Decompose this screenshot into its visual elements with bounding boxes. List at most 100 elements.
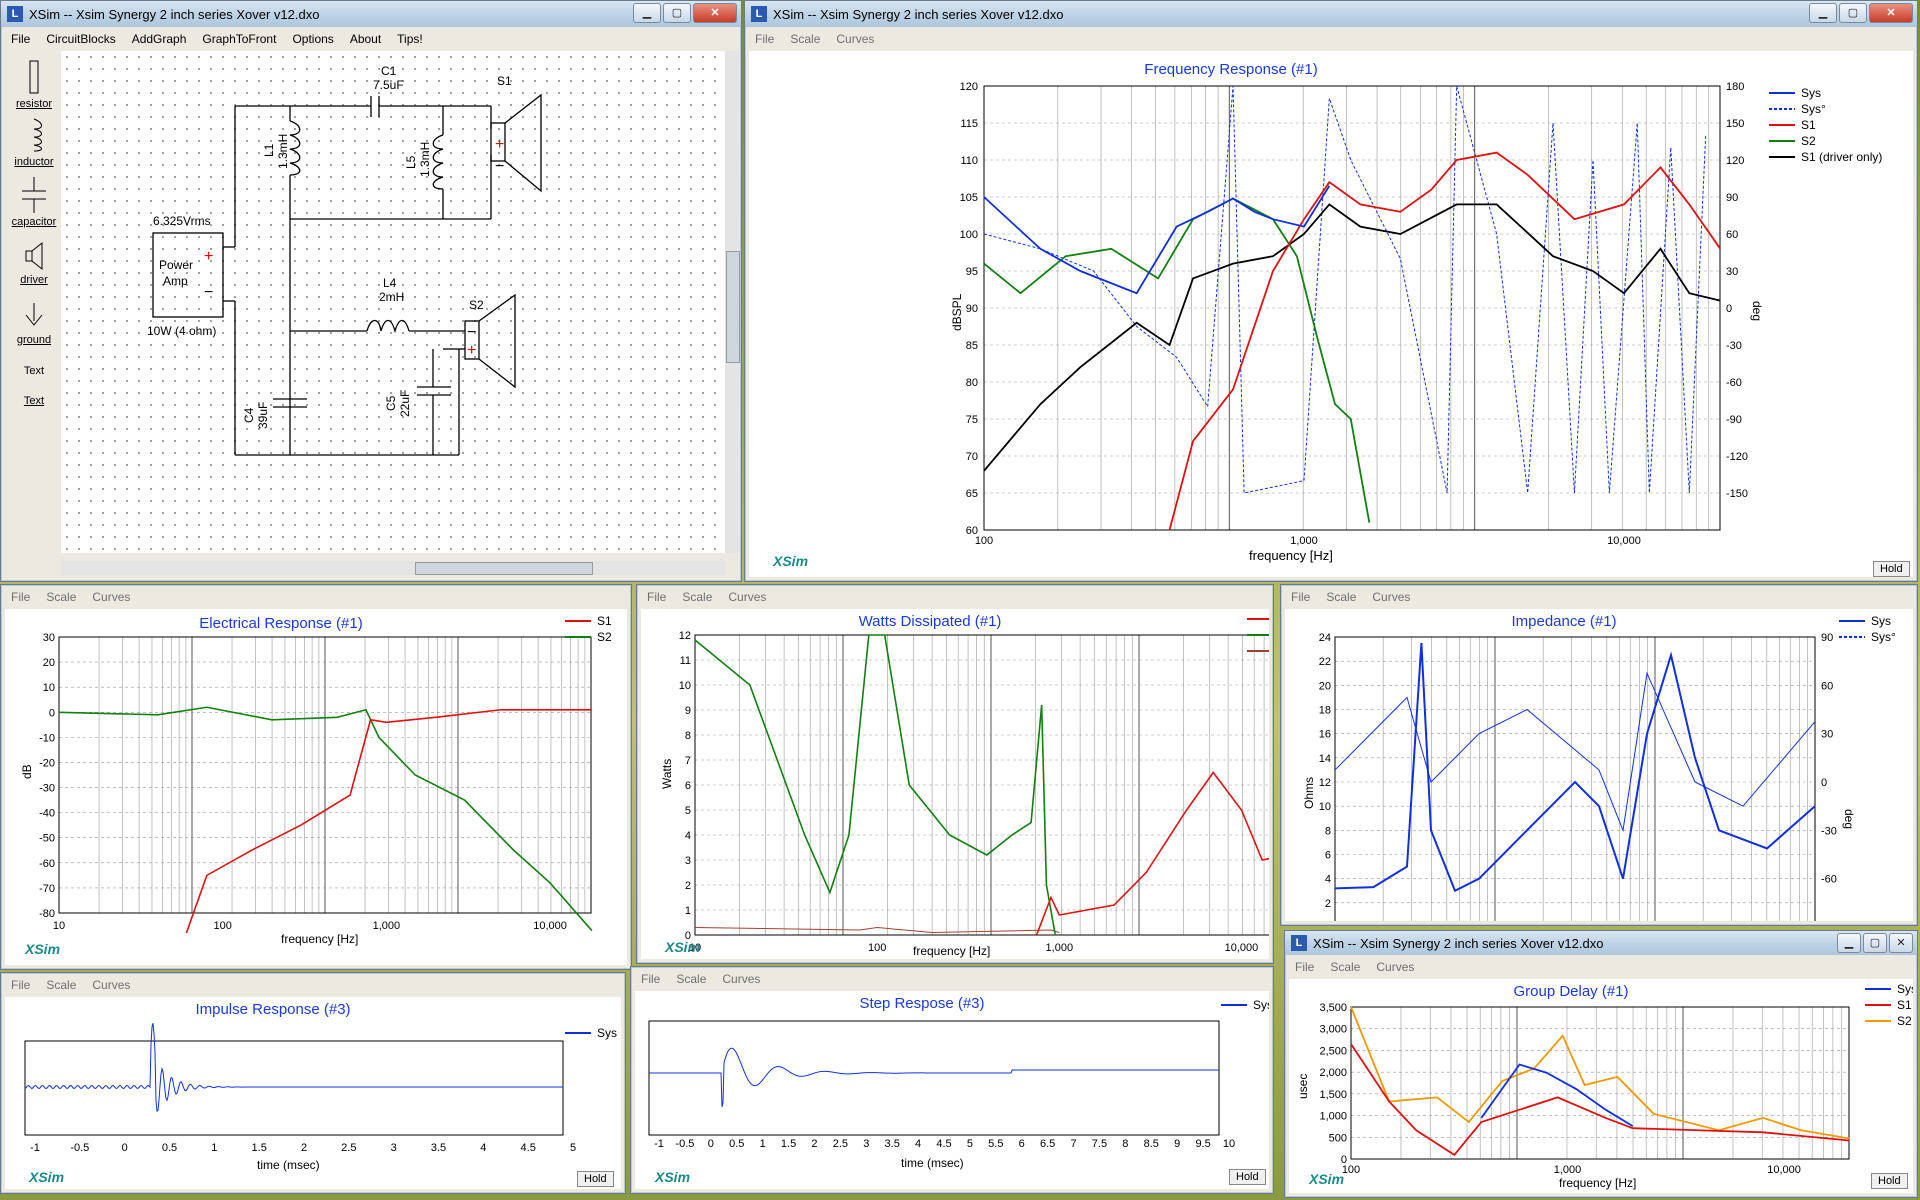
close-button[interactable]: ✕ bbox=[693, 3, 737, 23]
tool-driver[interactable]: driver bbox=[7, 241, 61, 286]
x-tick-label: 1,000 bbox=[1290, 535, 1318, 547]
menu-file[interactable]: File bbox=[747, 32, 782, 46]
hscroll-thumb[interactable] bbox=[415, 562, 593, 575]
tool-resistor[interactable]: resistor bbox=[7, 59, 61, 110]
y2-tick-label: 90 bbox=[1821, 632, 1833, 644]
horizontal-scrollbar[interactable] bbox=[61, 561, 725, 575]
x-tick-label: 10 bbox=[53, 920, 65, 932]
tool-inductor[interactable]: inductor bbox=[7, 117, 61, 168]
legend-label: S1 bbox=[1801, 118, 1816, 132]
menu-curves[interactable]: Curves bbox=[714, 972, 768, 986]
s1-minus: − bbox=[495, 158, 504, 175]
minimize-button[interactable]: ▁ bbox=[1837, 933, 1861, 953]
amp-minus: − bbox=[204, 284, 213, 301]
menu-curves[interactable]: Curves bbox=[84, 978, 138, 992]
minimize-button[interactable]: ▁ bbox=[633, 3, 661, 23]
hold-button[interactable]: Hold bbox=[1873, 561, 1910, 577]
gd-titlebar[interactable]: L XSim -- Xsim Synergy 2 inch series Xov… bbox=[1285, 931, 1917, 955]
legend-label: Sys bbox=[597, 1026, 617, 1040]
y2-tick-label: 60 bbox=[1726, 229, 1738, 241]
y-tick-label: 7 bbox=[685, 755, 691, 767]
menu-file[interactable]: File bbox=[3, 32, 38, 46]
x-tick-label: 100 bbox=[868, 942, 886, 954]
y-tick-label: 11 bbox=[680, 655, 691, 667]
schematic-canvas[interactable]: 6.325Vrms Power Amp + − 10W (4 ohm) C1 7… bbox=[61, 51, 725, 553]
y-tick-label: -10 bbox=[39, 732, 55, 744]
ground-icon bbox=[25, 303, 43, 326]
menu-curves[interactable]: Curves bbox=[84, 590, 138, 604]
l1-name: L1 bbox=[262, 143, 276, 157]
menu-file[interactable]: File bbox=[3, 590, 38, 604]
menu-curves[interactable]: Curves bbox=[720, 590, 774, 604]
tool-ground[interactable]: ground bbox=[7, 301, 61, 346]
menu-tips[interactable]: Tips! bbox=[389, 32, 431, 46]
menu-curves[interactable]: Curves bbox=[828, 32, 882, 46]
menu-file[interactable]: File bbox=[1287, 960, 1322, 974]
close-button[interactable]: ✕ bbox=[1869, 3, 1913, 23]
minimize-button[interactable]: ▁ bbox=[1809, 3, 1837, 23]
tool-capacitor[interactable]: capacitor bbox=[7, 177, 61, 228]
y-tick-label: 85 bbox=[966, 340, 978, 352]
speaker-icon bbox=[25, 241, 43, 271]
legend-label: Sys bbox=[1871, 614, 1891, 628]
menu-about[interactable]: About bbox=[342, 32, 389, 46]
menu-file[interactable]: File bbox=[1283, 590, 1318, 604]
tool-text-2[interactable]: Text bbox=[7, 395, 61, 407]
y-tick-label: -60 bbox=[39, 858, 55, 870]
x-tick-label: 9 bbox=[1174, 1138, 1180, 1150]
x-tick-label: -1 bbox=[30, 1142, 40, 1154]
menu-curves[interactable]: Curves bbox=[1368, 960, 1422, 974]
s1-curve bbox=[1350, 1043, 1850, 1157]
x-tick-label: 10,000 bbox=[1607, 535, 1641, 547]
x-axis-label: frequency [Hz] bbox=[281, 932, 358, 946]
menu-addgraph[interactable]: AddGraph bbox=[124, 32, 195, 46]
menu-file[interactable]: File bbox=[639, 590, 674, 604]
legend-label: S1 (driver only) bbox=[1801, 150, 1882, 164]
vertical-scrollbar[interactable] bbox=[725, 51, 740, 553]
y-tick-label: 1,500 bbox=[1319, 1089, 1347, 1101]
menu-scale[interactable]: Scale bbox=[38, 978, 84, 992]
hold-button[interactable]: Hold bbox=[577, 1171, 614, 1187]
impulse-curve bbox=[24, 1023, 563, 1112]
close-button[interactable]: ✕ bbox=[1889, 933, 1913, 953]
s1-curve bbox=[1035, 771, 1269, 936]
menu-scale[interactable]: Scale bbox=[38, 590, 84, 604]
menu-curves[interactable]: Curves bbox=[1364, 590, 1418, 604]
step-menubar: File Scale Curves bbox=[633, 969, 1271, 989]
menu-graphtofront[interactable]: GraphToFront bbox=[194, 32, 284, 46]
group-delay-window: L XSim -- Xsim Synergy 2 inch series Xov… bbox=[1284, 930, 1918, 1198]
hold-button[interactable]: Hold bbox=[1229, 1169, 1266, 1185]
vscroll-thumb[interactable] bbox=[726, 251, 740, 363]
menu-circuitblocks[interactable]: CircuitBlocks bbox=[38, 32, 123, 46]
x-tick-label: 1 bbox=[211, 1142, 217, 1154]
maximize-button[interactable]: ▢ bbox=[1863, 933, 1887, 953]
menu-scale[interactable]: Scale bbox=[782, 32, 828, 46]
y-axis-label: usec bbox=[1296, 1074, 1310, 1099]
menu-scale[interactable]: Scale bbox=[668, 972, 714, 986]
c5-name: C5 bbox=[384, 395, 398, 411]
imp-graph-area: Impedance (#1) 24 22 20 18 16 14 12 10 8 6 4 2 90 60 3… bbox=[1285, 609, 1913, 921]
y-tick-label: 5 bbox=[685, 805, 691, 817]
y-tick-label: 3,500 bbox=[1319, 1002, 1347, 1014]
x-tick-label: 5 bbox=[570, 1142, 576, 1154]
x-tick-label: 7 bbox=[1070, 1138, 1076, 1150]
maximize-button[interactable]: ▢ bbox=[663, 3, 691, 23]
menu-scale[interactable]: Scale bbox=[1318, 590, 1364, 604]
freq-titlebar[interactable]: L XSim -- Xsim Synergy 2 inch series Xov… bbox=[745, 1, 1917, 27]
freq-menubar: File Scale Curves bbox=[747, 29, 1915, 49]
legend-label: S2 bbox=[1897, 1014, 1912, 1028]
tool-text-1[interactable]: Text bbox=[7, 365, 61, 377]
y2-tick-label: 30 bbox=[1821, 729, 1833, 741]
circuit-titlebar[interactable]: L XSim -- Xsim Synergy 2 inch series Xov… bbox=[1, 1, 741, 27]
elec-chart: 3020100-10-20-30-40-50-60-70-8010 100 1,00… bbox=[20, 614, 612, 946]
menu-scale[interactable]: Scale bbox=[1322, 960, 1368, 974]
x-axis-label: time (msec) bbox=[257, 1158, 320, 1172]
menu-file[interactable]: File bbox=[633, 972, 668, 986]
impulse-window: File Scale Curves Impulse Response (#3) … bbox=[0, 972, 626, 1194]
menu-file[interactable]: File bbox=[3, 978, 38, 992]
l5-value: 1.3mH bbox=[418, 142, 432, 177]
hold-button[interactable]: Hold bbox=[1871, 1173, 1908, 1189]
maximize-button[interactable]: ▢ bbox=[1839, 3, 1867, 23]
menu-options[interactable]: Options bbox=[284, 32, 341, 46]
menu-scale[interactable]: Scale bbox=[674, 590, 720, 604]
